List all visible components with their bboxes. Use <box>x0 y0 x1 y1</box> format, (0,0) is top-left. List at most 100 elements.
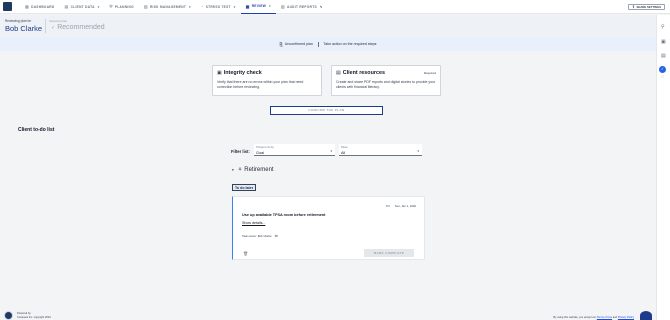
footer-legal: By using this website, you accept our Te… <box>553 316 634 319</box>
required-badge: Required <box>423 71 436 75</box>
chart-icon: ▥ <box>280 4 285 9</box>
task-date-text: Sun, Jan 1, 2040 <box>394 204 416 208</box>
task-title: Use up available TFSA room before retire… <box>242 213 326 217</box>
status-banner: ⎘ Unconfirmed plan Take action on the re… <box>0 37 656 51</box>
tab-dashboard[interactable]: ▦ Dashboard <box>20 0 60 14</box>
client-resources-title-row: ▤ Client resources <box>336 70 385 76</box>
trash-icon[interactable]: 🗑 <box>243 251 248 256</box>
terms-link[interactable]: Terms of Use <box>597 316 612 319</box>
header-divider <box>45 19 46 33</box>
edit-icon[interactable]: ✎ <box>320 5 323 9</box>
grid-icon: ▦ <box>25 4 30 9</box>
document-icon: ▤ <box>64 4 69 9</box>
reviewing-label: Reviewing plan for <box>5 19 32 23</box>
tab-risk-management[interactable]: ▥ Risk management ▾ <box>139 0 196 14</box>
lightbulb-icon[interactable]: ⚲ <box>661 24 665 30</box>
tab-planning[interactable]: ⛨ Planning <box>105 0 139 14</box>
chevron-down-icon[interactable]: ▾ <box>98 5 100 9</box>
integrity-check-title-row: ▣ Integrity check <box>217 70 262 76</box>
tab-label: Planning <box>114 4 134 9</box>
reassign-icon[interactable]: ⇆ <box>275 233 278 238</box>
warning-icon: ⎘ <box>279 41 283 47</box>
share-settings-label: Share settings <box>636 5 661 9</box>
share-settings-button[interactable]: ⇪ Share settings <box>628 4 665 10</box>
plan-selector[interactable]: ✓ Recommended <box>51 24 105 31</box>
integrity-check-description: Verify that there are no errors within y… <box>217 80 304 89</box>
filter-list-label: Filter list: <box>231 149 250 154</box>
report-icon: ▤ <box>336 70 341 76</box>
client-name: Bob Clarke <box>5 24 43 33</box>
tab-audit-reports[interactable]: ▥ Audit reports ✎ <box>276 0 328 14</box>
privacy-link[interactable]: Privacy Policy <box>618 316 634 319</box>
consent-text: By using this website, you accept our <box>553 316 597 319</box>
chat-widget[interactable] <box>640 311 652 320</box>
copyright-text: Conquest Inc. copyright 2024 <box>17 315 51 319</box>
client-resources-title: Client resources <box>342 70 385 76</box>
lock-icon: ⛨ <box>109 4 113 9</box>
chevron-down-icon[interactable]: ▾ <box>189 5 191 9</box>
task-card: ▭ Sun, Jan 1, 2040 Use up available TFSA … <box>232 196 425 260</box>
help-icon[interactable]: ◌ <box>661 74 664 80</box>
tab-label: Dashboard <box>31 4 55 9</box>
things-to-do-by-label: Things to do by <box>256 146 274 149</box>
clipboard-icon: ▣ <box>217 70 222 76</box>
app-logo[interactable] <box>3 2 12 11</box>
notes-icon[interactable]: ▤ <box>661 53 666 59</box>
tab-review[interactable]: ▦ Review ▾ <box>240 0 276 14</box>
checklist-icon: ▦ <box>245 3 250 9</box>
chevron-down-icon[interactable]: ▾ <box>269 4 271 8</box>
retirement-group-title: Retirement <box>244 167 274 173</box>
chevron-down-icon: ▾ <box>417 149 419 153</box>
show-details-link[interactable]: Show details... <box>242 221 265 225</box>
things-to-do-by-value: Goal <box>256 150 265 155</box>
mark-complete-label: Mark complete <box>373 251 405 255</box>
shield-icon: ▥ <box>143 4 148 9</box>
plan-selector-label: Selected plan <box>49 19 68 23</box>
retirement-icon: ⚘ <box>237 167 243 173</box>
banner-action: Take action on the required steps <box>323 42 377 46</box>
chevron-down-icon: ▾ <box>330 149 332 153</box>
todo-list-title: Client to-do list <box>18 127 55 133</box>
banner-status: Unconfirmed plan <box>284 42 313 46</box>
tab-label: Review <box>251 4 267 8</box>
tab-label: Audit reports <box>286 4 317 9</box>
client-resources-card[interactable]: ▤ Client resources Required Create and sh… <box>331 65 441 96</box>
calendar-icon: ▭ <box>385 203 390 208</box>
task-owner: Task owner: Bob Clarke ⇆ <box>242 233 278 238</box>
notification-badge[interactable]: ✓ <box>659 66 666 73</box>
mark-complete-button[interactable]: Mark complete <box>364 249 414 257</box>
right-rail: ⚲ ▣ ▤ ✓ ◌ <box>656 15 670 320</box>
show-select[interactable]: Show All ▾ <box>339 144 422 156</box>
footer-powered: Powered by Conquest Inc. copyright 2024 <box>17 312 51 319</box>
task-date: ▭ Sun, Jan 1, 2040 <box>386 203 416 209</box>
confirm-plan-button[interactable]: Confirm the plan <box>270 106 383 115</box>
integrity-check-card[interactable]: ▣ Integrity check Verify that there are n… <box>212 65 322 96</box>
integrity-check-title: Integrity check <box>223 70 262 76</box>
share-icon: ⇪ <box>632 5 635 9</box>
to-do-later-section-label: To do later <box>232 184 257 191</box>
plan-selector-value: Recommended <box>57 24 105 31</box>
client-resources-description: Create and share PDF reports and digital… <box>336 80 436 89</box>
confirm-plan-label: Confirm the plan <box>308 108 345 112</box>
company-logo <box>4 311 13 320</box>
plan-header: Reviewing plan for Bob Clarke Selected p… <box>0 15 656 37</box>
task-owner-text: Task owner: Bob Clarke <box>242 233 272 238</box>
tab-label: Client data <box>70 4 95 9</box>
calculator-icon[interactable]: ▣ <box>661 39 666 45</box>
gauge-icon: ◔ <box>200 4 204 9</box>
nav-tabs: ▦ Dashboard ▤ Client data ▾ ⛨ Planning ▥ Risk ma… <box>20 0 328 14</box>
things-to-do-by-select[interactable]: Things to do by Goal ▾ <box>254 144 335 156</box>
chevron-down-icon: ▾ <box>232 168 234 172</box>
tab-label: Stress test <box>205 4 231 9</box>
tab-client-data[interactable]: ▤ Client data ▾ <box>60 0 105 14</box>
and-text: and <box>612 316 618 319</box>
show-value: All <box>341 150 346 155</box>
retirement-group-toggle[interactable]: ▾ ⚘ Retirement <box>232 167 274 173</box>
banner-separator <box>317 41 319 47</box>
tab-label: Risk management <box>149 4 187 9</box>
show-label: Show <box>341 146 348 149</box>
check-icon: ✓ <box>51 25 56 31</box>
chevron-down-icon[interactable]: ▾ <box>234 5 236 9</box>
tab-stress-test[interactable]: ◔ Stress test ▾ <box>196 0 241 14</box>
top-nav: ▦ Dashboard ▤ Client data ▾ ⛨ Planning ▥ Risk ma… <box>0 0 670 14</box>
